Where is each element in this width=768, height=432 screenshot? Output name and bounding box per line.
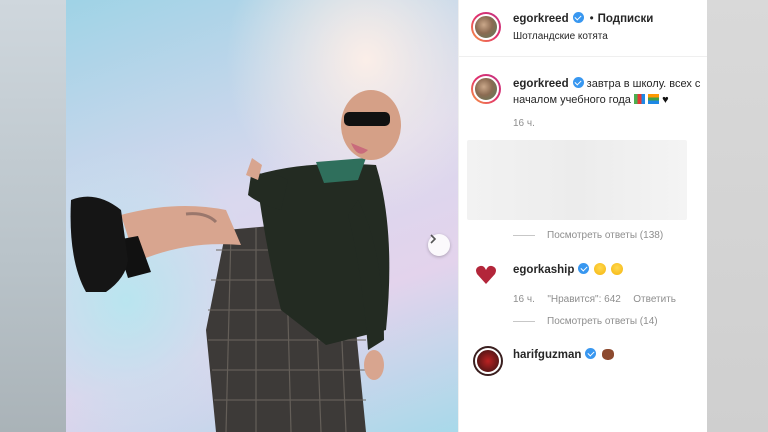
blurred-comment xyxy=(467,140,687,220)
post-caption: egorkreed завтра в школу. всех с началом… xyxy=(513,76,701,108)
black-heart-emoji-icon: ♥ xyxy=(662,94,669,106)
view-replies-label: Посмотреть ответы (138) xyxy=(547,230,664,241)
commenter-avatar[interactable] xyxy=(473,346,503,376)
comment-likes[interactable]: "Нравится": 642 xyxy=(547,294,620,305)
comment-time: 16 ч. xyxy=(513,294,535,305)
author-avatar[interactable] xyxy=(471,12,501,42)
chevron-right-icon xyxy=(430,234,437,244)
laughing-face-emoji-icon xyxy=(611,263,624,275)
commenter-username[interactable]: egorkaship xyxy=(513,264,574,276)
comment-actions: 16 ч. "Нравится": 642 Ответить xyxy=(513,289,684,307)
author-username[interactable]: egorkreed xyxy=(513,13,569,25)
view-replies-label: Посмотреть ответы (14) xyxy=(547,316,658,327)
next-photo-button[interactable] xyxy=(428,234,450,256)
caption-username[interactable]: egorkreed xyxy=(513,78,569,90)
post-header: egorkreed • Подписки Шотландские котята xyxy=(459,0,707,57)
comment-line: harifguzman xyxy=(513,348,615,361)
reply-button[interactable]: Ответить xyxy=(633,294,676,305)
post-photo[interactable] xyxy=(66,0,458,432)
replies-divider xyxy=(513,234,535,236)
photo-illustration xyxy=(70,90,401,432)
verified-badge-icon xyxy=(572,12,584,23)
header-line: egorkreed • Подписки xyxy=(513,12,653,25)
verified-badge-icon xyxy=(572,77,584,88)
view-replies-button[interactable]: Посмотреть ответы (14) xyxy=(513,316,658,327)
commenter-username[interactable]: harifguzman xyxy=(513,349,581,361)
replies-divider xyxy=(513,320,535,322)
view-replies-button[interactable]: Посмотреть ответы (138) xyxy=(513,230,663,241)
comment-line: egorkaship xyxy=(513,263,624,276)
bear-emoji-icon xyxy=(602,349,615,360)
books-emoji-icon xyxy=(648,94,660,104)
caption-avatar[interactable] xyxy=(471,74,501,104)
books-emoji-icon xyxy=(634,94,645,104)
separator-dot: • xyxy=(589,13,594,25)
caption-time: 16 ч. xyxy=(513,118,535,129)
verified-badge-icon xyxy=(578,263,590,274)
following-button[interactable]: Подписки xyxy=(598,13,654,25)
backdrop-left xyxy=(0,0,66,432)
grinning-face-emoji-icon xyxy=(594,263,607,275)
comments-panel: egorkreed • Подписки Шотландские котята eg… xyxy=(458,0,707,432)
post-location[interactable]: Шотландские котята xyxy=(513,31,608,42)
backdrop-right xyxy=(706,0,768,432)
verified-badge-icon xyxy=(585,348,597,359)
heart-avatar-icon xyxy=(476,265,496,284)
commenter-avatar[interactable] xyxy=(473,262,499,288)
